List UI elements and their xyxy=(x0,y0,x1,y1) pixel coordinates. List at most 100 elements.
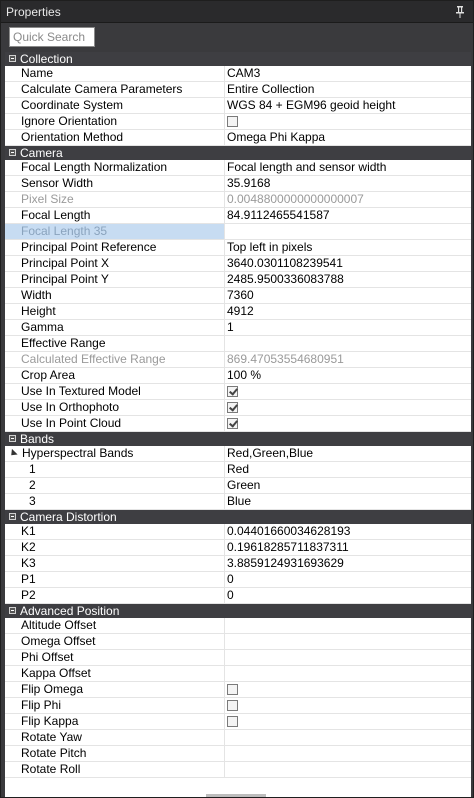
property-value[interactable] xyxy=(225,730,471,745)
property-row-bands-2[interactable]: 2 Green xyxy=(5,478,471,494)
property-row-camera-sensor-width[interactable]: Sensor Width 35.9168 xyxy=(5,176,471,192)
property-row-camera-distortion-p1[interactable]: P1 0 xyxy=(5,572,471,588)
resize-handle[interactable] xyxy=(206,794,266,797)
property-row-camera-distortion-k3[interactable]: K3 3.8859124931693629 xyxy=(5,556,471,572)
property-value[interactable] xyxy=(225,666,471,681)
section-camera-distortion[interactable]: Camera Distortion xyxy=(5,510,471,524)
property-row-advanced-position-flip-omega[interactable]: Flip Omega xyxy=(5,682,471,698)
unchecked-checkbox[interactable] xyxy=(227,700,238,711)
property-value[interactable]: Top left in pixels xyxy=(225,240,471,255)
property-name: 2 xyxy=(5,478,225,493)
section-bands[interactable]: Bands xyxy=(5,432,471,446)
property-row-camera-calculated-effective-range[interactable]: Calculated Effective Range 869.4705355468… xyxy=(5,352,471,368)
property-row-camera-height[interactable]: Height 4912 xyxy=(5,304,471,320)
checked-checkbox[interactable] xyxy=(227,418,238,429)
property-value[interactable]: 0 xyxy=(225,588,471,603)
property-value[interactable]: 84.9112465541587 xyxy=(225,208,471,223)
property-name: Principal Point X xyxy=(5,256,225,271)
property-row-collection-orientation-method[interactable]: Orientation Method Omega Phi Kappa xyxy=(5,130,471,146)
property-value xyxy=(225,224,471,239)
property-value[interactable]: 7360 xyxy=(225,288,471,303)
property-value-cell xyxy=(225,400,471,415)
property-row-advanced-position-rotate-roll[interactable]: Rotate Roll xyxy=(5,762,471,778)
property-value[interactable]: Entire Collection xyxy=(225,82,471,97)
property-value[interactable]: 0 xyxy=(225,572,471,587)
expand-arrow-icon[interactable] xyxy=(8,448,18,459)
property-value[interactable] xyxy=(225,618,471,633)
property-row-camera-gamma[interactable]: Gamma 1 xyxy=(5,320,471,336)
pin-icon[interactable] xyxy=(453,5,467,19)
property-row-collection-coordinate-system[interactable]: Coordinate System WGS 84 + EGM96 geoid he… xyxy=(5,98,471,114)
property-row-camera-distortion-k2[interactable]: K2 0.19618285711837311 xyxy=(5,540,471,556)
property-row-camera-focal-length-35[interactable]: Focal Length 35 xyxy=(5,224,471,240)
property-row-collection-name[interactable]: Name CAM3 xyxy=(5,66,471,82)
property-row-advanced-position-rotate-yaw[interactable]: Rotate Yaw xyxy=(5,730,471,746)
property-row-advanced-position-phi-offset[interactable]: Phi Offset xyxy=(5,650,471,666)
section-advanced-position[interactable]: Advanced Position xyxy=(5,604,471,618)
property-value[interactable]: 100 % xyxy=(225,368,471,383)
collapse-icon[interactable] xyxy=(9,513,16,520)
property-value[interactable]: 0.04401660034628193 xyxy=(225,524,471,539)
section-camera[interactable]: Camera xyxy=(5,146,471,160)
property-value[interactable]: Omega Phi Kappa xyxy=(225,130,471,145)
property-row-camera-principal-point-x[interactable]: Principal Point X 3640.0301108239541 xyxy=(5,256,471,272)
property-row-camera-principal-point-y[interactable]: Principal Point Y 2485.9500336083788 xyxy=(5,272,471,288)
property-value[interactable] xyxy=(225,746,471,761)
property-row-camera-width[interactable]: Width 7360 xyxy=(5,288,471,304)
property-row-camera-crop-area[interactable]: Crop Area 100 % xyxy=(5,368,471,384)
property-row-camera-principal-point-reference[interactable]: Principal Point Reference Top left in pix… xyxy=(5,240,471,256)
collapse-icon[interactable] xyxy=(9,435,16,442)
property-value-cell xyxy=(225,714,471,729)
property-value[interactable]: WGS 84 + EGM96 geoid height xyxy=(225,98,471,113)
property-row-advanced-position-omega-offset[interactable]: Omega Offset xyxy=(5,634,471,650)
property-row-camera-effective-range[interactable]: Effective Range xyxy=(5,336,471,352)
property-row-bands-1[interactable]: 1 Red xyxy=(5,462,471,478)
property-row-advanced-position-altitude-offset[interactable]: Altitude Offset xyxy=(5,618,471,634)
property-row-camera-distortion-k1[interactable]: K1 0.04401660034628193 xyxy=(5,524,471,540)
unchecked-checkbox[interactable] xyxy=(227,116,238,127)
property-value[interactable]: Red,Green,Blue xyxy=(225,446,471,461)
property-row-advanced-position-kappa-offset[interactable]: Kappa Offset xyxy=(5,666,471,682)
unchecked-checkbox[interactable] xyxy=(227,684,238,695)
checked-checkbox[interactable] xyxy=(227,386,238,397)
property-value[interactable]: 1 xyxy=(225,320,471,335)
property-value[interactable] xyxy=(225,650,471,665)
property-value[interactable]: 4912 xyxy=(225,304,471,319)
collapse-icon[interactable] xyxy=(9,55,16,62)
property-value[interactable]: 3.8859124931693629 xyxy=(225,556,471,571)
property-row-camera-focal-length[interactable]: Focal Length 84.9112465541587 xyxy=(5,208,471,224)
property-row-camera-pixel-size[interactable]: Pixel Size 0.0048800000000000007 xyxy=(5,192,471,208)
collapse-icon[interactable] xyxy=(9,607,16,614)
property-value[interactable]: 0.19618285711837311 xyxy=(225,540,471,555)
property-row-advanced-position-flip-kappa[interactable]: Flip Kappa xyxy=(5,714,471,730)
property-value[interactable] xyxy=(225,336,471,351)
property-name: Focal Length 35 xyxy=(5,224,225,239)
checked-checkbox[interactable] xyxy=(227,402,238,413)
property-row-collection-calculate-camera-parameters[interactable]: Calculate Camera Parameters Entire Collec… xyxy=(5,82,471,98)
property-row-bands-hyperspectral-bands[interactable]: Hyperspectral Bands Red,Green,Blue xyxy=(5,446,471,462)
property-value[interactable]: Focal length and sensor width xyxy=(225,160,471,175)
property-value[interactable]: CAM3 xyxy=(225,66,471,81)
property-row-collection-ignore-orientation[interactable]: Ignore Orientation xyxy=(5,114,471,130)
property-row-advanced-position-rotate-pitch[interactable]: Rotate Pitch xyxy=(5,746,471,762)
property-value[interactable]: 35.9168 xyxy=(225,176,471,191)
property-value[interactable] xyxy=(225,762,471,777)
unchecked-checkbox[interactable] xyxy=(227,716,238,727)
property-value[interactable]: Red xyxy=(225,462,471,477)
property-value[interactable]: Green xyxy=(225,478,471,493)
property-row-camera-use-in-point-cloud[interactable]: Use In Point Cloud xyxy=(5,416,471,432)
property-row-camera-use-in-textured-model[interactable]: Use In Textured Model xyxy=(5,384,471,400)
quick-search-input[interactable] xyxy=(9,27,95,47)
collapse-icon[interactable] xyxy=(9,149,16,156)
property-row-bands-3[interactable]: 3 Blue xyxy=(5,494,471,510)
property-row-camera-use-in-orthophoto[interactable]: Use In Orthophoto xyxy=(5,400,471,416)
section-collection[interactable]: Collection xyxy=(5,52,471,66)
property-value[interactable]: 3640.0301108239541 xyxy=(225,256,471,271)
property-value[interactable]: Blue xyxy=(225,494,471,509)
property-row-advanced-position-flip-phi[interactable]: Flip Phi xyxy=(5,698,471,714)
property-value[interactable] xyxy=(225,634,471,649)
property-row-camera-distortion-p2[interactable]: P2 0 xyxy=(5,588,471,604)
property-value[interactable]: 2485.9500336083788 xyxy=(225,272,471,287)
property-row-camera-focal-length-normalization[interactable]: Focal Length Normalization Focal length a… xyxy=(5,160,471,176)
property-name: Flip Phi xyxy=(5,698,225,713)
